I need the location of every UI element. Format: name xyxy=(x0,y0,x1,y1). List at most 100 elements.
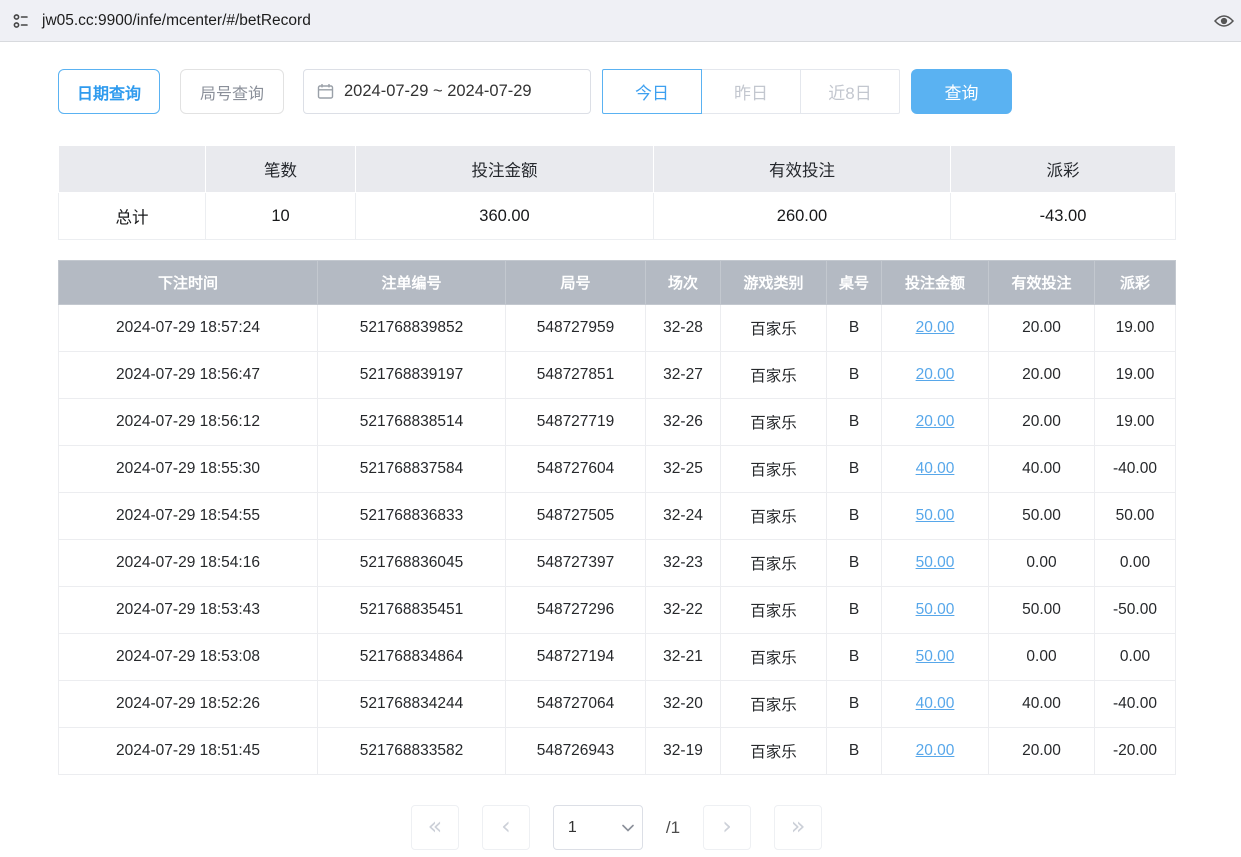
total-pages-label: /1 xyxy=(666,818,680,838)
bet-id-cell: 521768839197 xyxy=(318,352,506,399)
bet-amount-link[interactable]: 20.00 xyxy=(916,366,955,383)
payout-cell: -20.00 xyxy=(1095,728,1176,775)
table-code-cell: B xyxy=(827,540,882,587)
bet-time-cell: 2024-07-29 18:52:26 xyxy=(59,681,318,728)
bet-id-cell: 521768836833 xyxy=(318,493,506,540)
table-row: 2024-07-29 18:56:47 521768839197 5487278… xyxy=(59,352,1176,399)
round-id-cell: 548727959 xyxy=(506,305,646,352)
table-row: 2024-07-29 18:55:30 521768837584 5487276… xyxy=(59,446,1176,493)
round-query-tab[interactable]: 局号查询 xyxy=(180,69,284,114)
valid-bet-cell: 50.00 xyxy=(989,587,1095,634)
browser-address-bar: jw05.cc:9900/infe/mcenter/#/betRecord xyxy=(0,0,1241,42)
bet-amount-link[interactable]: 50.00 xyxy=(916,507,955,524)
bet-amount-cell: 20.00 xyxy=(882,399,989,446)
last-8-days-button[interactable]: 近8日 xyxy=(800,69,900,114)
bet-amount-link[interactable]: 40.00 xyxy=(916,460,955,477)
date-range-picker[interactable]: 2024-07-29 ~ 2024-07-29 xyxy=(303,69,591,114)
date-range-value: 2024-07-29 ~ 2024-07-29 xyxy=(344,82,532,101)
session-cell: 32-28 xyxy=(646,305,721,352)
game-type-cell: 百家乐 xyxy=(721,728,827,775)
prev-page-button[interactable]: ‹ xyxy=(482,805,530,850)
bet-amount-link[interactable]: 20.00 xyxy=(916,742,955,759)
game-type-cell: 百家乐 xyxy=(721,681,827,728)
summary-header-bet-amount: 投注金额 xyxy=(356,146,654,193)
round-id-cell: 548727604 xyxy=(506,446,646,493)
summary-header-payout: 派彩 xyxy=(951,146,1176,193)
date-query-tab[interactable]: 日期查询 xyxy=(58,69,160,114)
bet-amount-link[interactable]: 40.00 xyxy=(916,695,955,712)
table-code-cell: B xyxy=(827,493,882,540)
bet-amount-cell: 50.00 xyxy=(882,634,989,681)
yesterday-button[interactable]: 昨日 xyxy=(701,69,801,114)
pagination: « ‹ 1 /1 › » xyxy=(58,805,1175,850)
round-id-cell: 548727296 xyxy=(506,587,646,634)
payout-cell: 19.00 xyxy=(1095,399,1176,446)
session-cell: 32-27 xyxy=(646,352,721,399)
page-select-wrap: 1 xyxy=(553,805,643,850)
bet-amount-cell: 20.00 xyxy=(882,305,989,352)
round-id-cell: 548727194 xyxy=(506,634,646,681)
bet-id-cell: 521768838514 xyxy=(318,399,506,446)
bet-amount-cell: 40.00 xyxy=(882,681,989,728)
game-type-cell: 百家乐 xyxy=(721,446,827,493)
header-game-type: 游戏类别 xyxy=(721,261,827,305)
last-page-button[interactable]: » xyxy=(774,805,822,850)
round-id-cell: 548727851 xyxy=(506,352,646,399)
summary-table: 笔数 投注金额 有效投注 派彩 总计 10 360.00 260.00 -43.… xyxy=(58,145,1176,240)
summary-header-count: 笔数 xyxy=(206,146,356,193)
payout-cell: 0.00 xyxy=(1095,634,1176,681)
table-code-cell: B xyxy=(827,681,882,728)
search-button[interactable]: 查询 xyxy=(911,69,1012,114)
table-row: 2024-07-29 18:56:12 521768838514 5487277… xyxy=(59,399,1176,446)
table-row: 2024-07-29 18:54:55 521768836833 5487275… xyxy=(59,493,1176,540)
bet-amount-link[interactable]: 20.00 xyxy=(916,413,955,430)
next-page-button[interactable]: › xyxy=(703,805,751,850)
bet-id-cell: 521768835451 xyxy=(318,587,506,634)
header-bet-time: 下注时间 xyxy=(59,261,318,305)
eye-icon[interactable] xyxy=(1213,10,1235,32)
bet-table-body: 2024-07-29 18:57:24 521768839852 5487279… xyxy=(59,305,1176,775)
session-cell: 32-19 xyxy=(646,728,721,775)
game-type-cell: 百家乐 xyxy=(721,540,827,587)
bet-id-cell: 521768836045 xyxy=(318,540,506,587)
header-payout: 派彩 xyxy=(1095,261,1176,305)
bet-amount-link[interactable]: 50.00 xyxy=(916,648,955,665)
page-select[interactable]: 1 xyxy=(553,805,643,850)
payout-cell: 19.00 xyxy=(1095,305,1176,352)
summary-total-label: 总计 xyxy=(59,193,206,240)
table-row: 2024-07-29 18:51:45 521768833582 5487269… xyxy=(59,728,1176,775)
header-valid-bet: 有效投注 xyxy=(989,261,1095,305)
table-row: 2024-07-29 18:53:08 521768834864 5487271… xyxy=(59,634,1176,681)
bet-time-cell: 2024-07-29 18:51:45 xyxy=(59,728,318,775)
payout-cell: 0.00 xyxy=(1095,540,1176,587)
bet-amount-link[interactable]: 50.00 xyxy=(916,554,955,571)
valid-bet-cell: 50.00 xyxy=(989,493,1095,540)
session-cell: 32-24 xyxy=(646,493,721,540)
bet-amount-link[interactable]: 50.00 xyxy=(916,601,955,618)
bet-table-header-row: 下注时间 注单编号 局号 场次 游戏类别 桌号 投注金额 有效投注 派彩 xyxy=(59,261,1176,305)
summary-header-row: 笔数 投注金额 有效投注 派彩 xyxy=(59,146,1176,193)
session-cell: 32-23 xyxy=(646,540,721,587)
bet-amount-cell: 50.00 xyxy=(882,587,989,634)
url-text[interactable]: jw05.cc:9900/infe/mcenter/#/betRecord xyxy=(42,12,1213,30)
tab-list-icon[interactable] xyxy=(10,10,32,32)
valid-bet-cell: 20.00 xyxy=(989,305,1095,352)
calendar-icon xyxy=(317,83,334,100)
table-code-cell: B xyxy=(827,352,882,399)
table-code-cell: B xyxy=(827,728,882,775)
header-round-id: 局号 xyxy=(506,261,646,305)
summary-header-blank xyxy=(59,146,206,193)
bet-time-cell: 2024-07-29 18:56:12 xyxy=(59,399,318,446)
summary-header-valid-bet: 有效投注 xyxy=(654,146,951,193)
bet-amount-cell: 40.00 xyxy=(882,446,989,493)
valid-bet-cell: 0.00 xyxy=(989,634,1095,681)
table-row: 2024-07-29 18:57:24 521768839852 5487279… xyxy=(59,305,1176,352)
bet-amount-link[interactable]: 20.00 xyxy=(916,319,955,336)
game-type-cell: 百家乐 xyxy=(721,305,827,352)
bet-amount-cell: 20.00 xyxy=(882,352,989,399)
today-button[interactable]: 今日 xyxy=(602,69,702,114)
first-page-button[interactable]: « xyxy=(411,805,459,850)
header-bet-amount: 投注金额 xyxy=(882,261,989,305)
header-session: 场次 xyxy=(646,261,721,305)
bet-id-cell: 521768834244 xyxy=(318,681,506,728)
